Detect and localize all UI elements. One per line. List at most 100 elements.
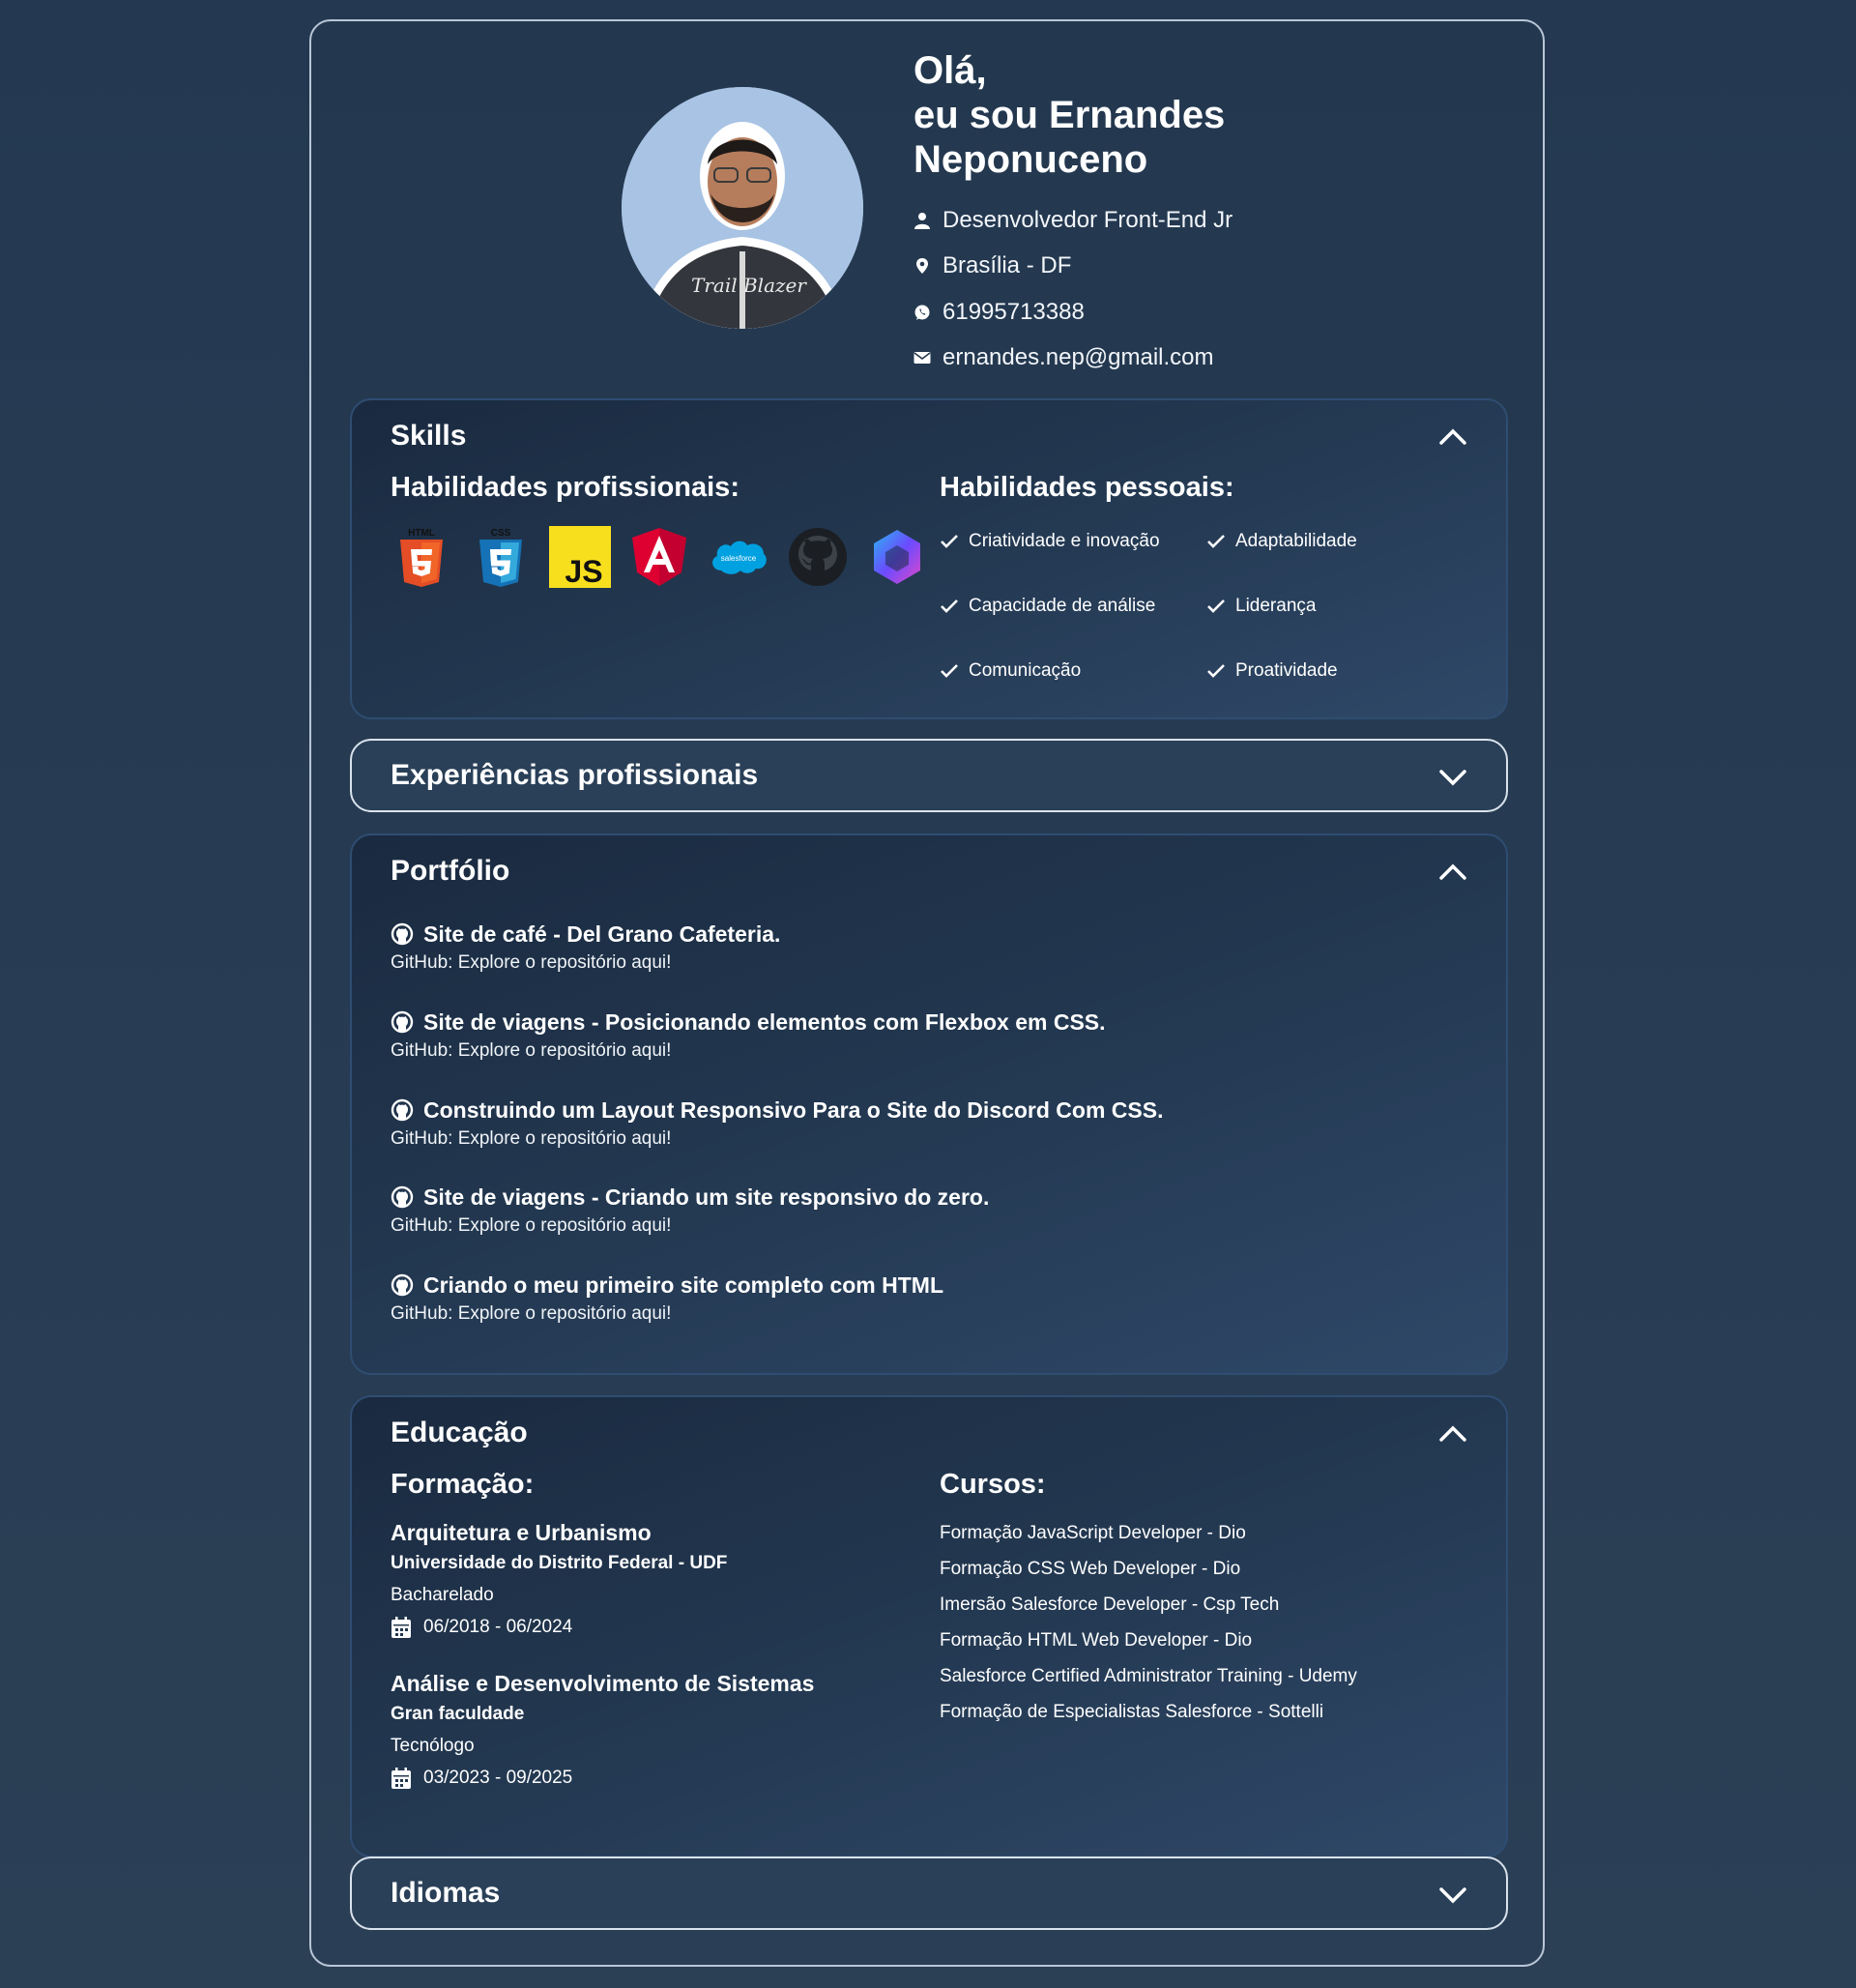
portfolio-item-title[interactable]: Site de viagens - Criando um site respon… bbox=[391, 1183, 989, 1212]
css3-icon: CSS bbox=[479, 528, 522, 587]
personal-skill-item: Adaptabilidade bbox=[1206, 530, 1400, 552]
portfolio-item: Site de viagens - Posicionando elementos… bbox=[391, 1008, 1106, 1062]
degree-dates: 06/2018 - 06/2024 bbox=[391, 1611, 814, 1643]
portfolio-item: Site de café - Del Grano Cafeteria. GitH… bbox=[391, 920, 780, 974]
skills-panel: Skills Habilidades profissionais: Habili… bbox=[350, 398, 1508, 719]
profile-photo: Trail Blazer bbox=[622, 87, 863, 329]
github-icon bbox=[391, 1010, 414, 1034]
github-icon bbox=[391, 1273, 414, 1297]
javascript-icon: JS bbox=[549, 526, 611, 588]
degree-name: Arquitetura e Urbanismo bbox=[391, 1520, 652, 1545]
portfolio-repo-link[interactable]: GitHub: Explore o repositório aqui! bbox=[391, 1040, 1106, 1062]
personal-skill-item: Proatividade bbox=[1206, 659, 1400, 682]
salesforce-label: salesforce bbox=[721, 554, 757, 563]
portfolio-item-title-text: Construindo um Layout Responsivo Para o … bbox=[423, 1096, 1164, 1123]
copilot-icon bbox=[874, 530, 920, 584]
chevron-up-icon[interactable] bbox=[1438, 862, 1467, 882]
email-row[interactable]: ernandes.nep@gmail.com bbox=[914, 336, 1232, 382]
portfolio-repo-link[interactable]: GitHub: Explore o repositório aqui! bbox=[391, 952, 780, 974]
portfolio-item-title[interactable]: Site de viagens - Posicionando elementos… bbox=[391, 1008, 1106, 1037]
portfolio-item: Construindo um Layout Responsivo Para o … bbox=[391, 1096, 1163, 1150]
degree-dates-text: 06/2018 - 06/2024 bbox=[423, 1617, 573, 1637]
resume-card: Trail Blazer Olá, eu sou Ernandes Neponu… bbox=[309, 19, 1545, 1967]
degree-dates: 03/2023 - 09/2025 bbox=[391, 1762, 814, 1794]
check-icon bbox=[1207, 534, 1225, 548]
check-icon bbox=[1207, 599, 1225, 613]
phone-row[interactable]: 61995713388 bbox=[914, 289, 1232, 336]
html5-label: HTML bbox=[408, 528, 435, 539]
degree-institution: Universidade do Distrito Federal - UDF bbox=[391, 1553, 728, 1573]
course-item: Formação de Especialistas Salesforce - S… bbox=[940, 1702, 1324, 1722]
portfolio-item-title-text: Site de viagens - Posicionando elementos… bbox=[423, 1009, 1106, 1035]
degree-name: Análise e Desenvolvimento de Sistemas bbox=[391, 1671, 815, 1696]
angular-icon bbox=[632, 528, 686, 586]
chevron-up-icon[interactable] bbox=[1438, 1424, 1467, 1444]
portfolio-item-title-text: Site de viagens - Criando um site respon… bbox=[423, 1184, 990, 1210]
github-icon bbox=[391, 1185, 414, 1209]
javascript-label: JS bbox=[565, 554, 602, 588]
formation-heading: Formação: bbox=[391, 1469, 535, 1500]
portfolio-item-title[interactable]: Construindo um Layout Responsivo Para o … bbox=[391, 1096, 1163, 1125]
skills-title[interactable]: Skills bbox=[391, 420, 466, 453]
degree-dates-text: 03/2023 - 09/2025 bbox=[423, 1768, 573, 1788]
experience-panel[interactable]: Experiências profissionais bbox=[350, 739, 1508, 812]
course-item: Imersão Salesforce Developer - Csp Tech bbox=[940, 1594, 1280, 1615]
check-icon bbox=[1207, 663, 1225, 678]
portfolio-repo-link[interactable]: GitHub: Explore o repositório aqui! bbox=[391, 1128, 1163, 1150]
degree-level: Tecnólogo bbox=[391, 1736, 475, 1756]
chevron-up-icon[interactable] bbox=[1438, 427, 1467, 447]
chevron-down-icon[interactable] bbox=[1438, 1886, 1467, 1905]
degree-institution: Gran faculdade bbox=[391, 1704, 525, 1724]
degree-entry: Arquitetura e Urbanismo Universidade do … bbox=[391, 1517, 814, 1643]
course-item: Formação JavaScript Developer - Dio bbox=[940, 1523, 1246, 1543]
check-icon bbox=[941, 599, 958, 613]
degree-entry: Análise e Desenvolvimento de Sistemas Gr… bbox=[391, 1668, 814, 1794]
calendar-icon bbox=[392, 1767, 411, 1789]
greeting-heading: Olá, eu sou Ernandes Neponuceno bbox=[914, 48, 1232, 182]
personal-skill-item: Criatividade e inovação bbox=[940, 530, 1206, 552]
courses-heading: Cursos: bbox=[940, 1469, 1046, 1500]
personal-skill-item: Comunicação bbox=[940, 659, 1206, 682]
check-icon bbox=[941, 534, 958, 548]
envelope-icon bbox=[914, 349, 931, 366]
phone-text: 61995713388 bbox=[942, 298, 1085, 325]
intro-block: Olá, eu sou Ernandes Neponuceno Desenvol… bbox=[914, 48, 1232, 381]
photo-caption-text: Trail Blazer bbox=[691, 274, 807, 297]
portfolio-repo-link[interactable]: GitHub: Explore o repositório aqui! bbox=[391, 1215, 989, 1237]
portfolio-item-title-text: Site de café - Del Grano Cafeteria. bbox=[423, 921, 781, 947]
portfolio-item-title[interactable]: Criando o meu primeiro site completo com… bbox=[391, 1271, 943, 1300]
email-text: ernandes.nep@gmail.com bbox=[942, 344, 1214, 371]
languages-panel[interactable]: Idiomas bbox=[350, 1856, 1508, 1930]
course-item: Salesforce Certified Administrator Train… bbox=[940, 1666, 1357, 1686]
personal-skills-heading: Habilidades pessoais: bbox=[940, 472, 1234, 503]
education-title[interactable]: Educação bbox=[391, 1417, 528, 1449]
portfolio-title[interactable]: Portfólio bbox=[391, 855, 509, 888]
location-row: Brasília - DF bbox=[914, 244, 1232, 290]
personal-skill-label: Criatividade e inovação bbox=[969, 530, 1160, 551]
portfolio-repo-link[interactable]: GitHub: Explore o repositório aqui! bbox=[391, 1303, 943, 1325]
check-icon bbox=[941, 663, 958, 678]
salesforce-icon: salesforce bbox=[712, 541, 767, 574]
github-icon bbox=[789, 528, 847, 586]
professional-skills-list: HTML CSS JS salesforce bbox=[391, 526, 945, 588]
personal-skill-label: Capacidade de análise bbox=[969, 595, 1156, 616]
formation-list: Arquitetura e Urbanismo Universidade do … bbox=[391, 1517, 814, 1794]
course-item: Formação HTML Web Developer - Dio bbox=[940, 1630, 1253, 1651]
professional-skills-heading: Habilidades profissionais: bbox=[391, 472, 740, 503]
whatsapp-icon bbox=[914, 304, 931, 321]
user-icon bbox=[914, 212, 931, 229]
github-icon bbox=[391, 1098, 414, 1122]
calendar-icon bbox=[392, 1616, 411, 1638]
degree-level: Bacharelado bbox=[391, 1585, 494, 1605]
education-panel: Educação Formação: Cursos: Arquitetura e… bbox=[350, 1395, 1508, 1857]
role-row: Desenvolvedor Front-End Jr bbox=[914, 197, 1232, 244]
personal-skill-label: Adaptabilidade bbox=[1235, 530, 1357, 551]
portfolio-item-title[interactable]: Site de café - Del Grano Cafeteria. bbox=[391, 920, 780, 949]
languages-title[interactable]: Idiomas bbox=[391, 1877, 500, 1910]
location-text: Brasília - DF bbox=[942, 252, 1072, 279]
portfolio-item: Criando o meu primeiro site completo com… bbox=[391, 1271, 943, 1325]
personal-skill-label: Liderança bbox=[1235, 595, 1317, 616]
experience-title[interactable]: Experiências profissionais bbox=[391, 759, 758, 792]
chevron-down-icon[interactable] bbox=[1438, 768, 1467, 787]
role-text: Desenvolvedor Front-End Jr bbox=[942, 206, 1233, 233]
